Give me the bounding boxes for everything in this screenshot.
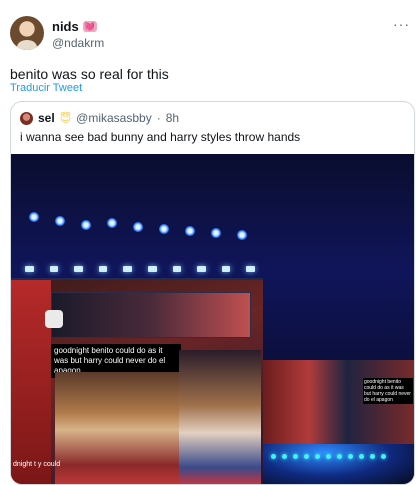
translate-tweet-link[interactable]: Traducir Tweet [10,82,82,94]
quoted-tweet-card[interactable]: sel 😇 @mikasasbby · 8h i wanna see bad b… [10,101,415,485]
concert-photo[interactable]: goodnight benito could do as it was but … [11,154,414,484]
tweet: nids 💓 @ndakrm ··· benito was so real fo… [0,0,420,486]
quoted-tweet-text: i wanna see bad bunny and harry styles t… [20,130,301,144]
halo-emoji-icon: 😇 [59,112,72,125]
author-name-row: nids 💓 [52,19,97,34]
cyan-lights [271,454,411,474]
screen-photo-left [55,372,179,484]
quoted-timestamp[interactable]: 8h [166,111,179,125]
heart-badge-icon: 💓 [82,21,97,32]
stage-lights [21,194,281,254]
more-options-button[interactable]: ··· [393,16,410,32]
quoted-avatar[interactable] [20,111,33,125]
screen-photo-right [179,350,261,484]
stage-screen-right: goodnight benito could do as it was but … [263,360,414,452]
author-display-name[interactable]: nids [52,19,79,34]
quoted-handle: @mikasasbby [76,111,152,125]
avatar[interactable] [10,16,44,50]
screen-small-text: dnight t y could [13,461,61,468]
separator-dot: · [156,111,161,125]
author-handle[interactable]: @ndakrm [52,36,104,50]
quoted-display-name: sel [38,111,55,125]
quoted-tweet-header: sel 😇 @mikasasbby · 8h [20,111,179,125]
screen-right-caption: goodnight benito could do as it was but … [363,378,413,404]
profile-icon [45,310,63,328]
stage-screen: goodnight benito could do as it was but … [11,278,263,484]
led-strip [25,266,255,274]
tweet-text: benito was so real for this [10,66,169,82]
